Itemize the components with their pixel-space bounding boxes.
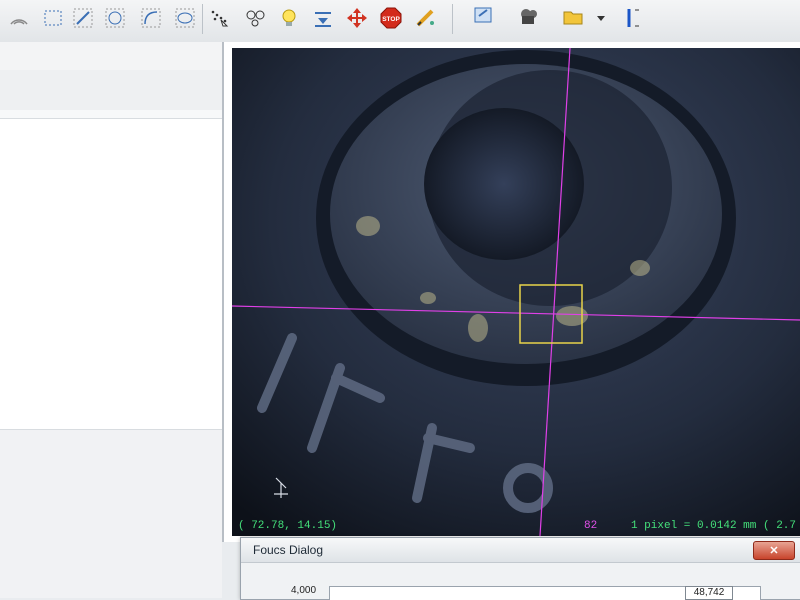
center-dot <box>424 108 584 260</box>
camera-image <box>232 48 800 536</box>
pencil-icon[interactable] <box>412 4 438 32</box>
circles-icon[interactable] <box>242 4 268 32</box>
main-toolbar: STOP <box>0 0 800 43</box>
export-icon[interactable] <box>470 4 496 32</box>
measure-bar-icon[interactable] <box>620 4 646 32</box>
close-button[interactable]: ✕ <box>753 541 795 560</box>
dialog-title: Foucs Dialog <box>253 543 324 557</box>
left-panel <box>0 110 222 598</box>
focus-dialog: Foucs Dialog ✕ 4,000 48,742 <box>240 537 800 600</box>
wifi-icon[interactable] <box>6 4 32 32</box>
lower-panel <box>0 430 222 598</box>
toolbar-divider <box>452 4 453 34</box>
lightbulb-icon[interactable] <box>276 4 302 32</box>
point-select-icon[interactable] <box>206 4 232 32</box>
stop-icon[interactable]: STOP <box>378 4 404 32</box>
folder-icon[interactable] <box>560 4 586 32</box>
properties-header <box>0 42 222 71</box>
properties-toolbar <box>0 70 222 111</box>
film-icon[interactable] <box>516 4 542 32</box>
stop-label: STOP <box>382 16 400 23</box>
dialog-titlebar[interactable]: Foucs Dialog ✕ <box>241 538 800 563</box>
camera-view[interactable]: ( 72.78, 14.15) 82 1 pixel = 0.0142 mm (… <box>232 48 800 536</box>
pixel-scale-readout: 1 pixel = 0.0142 mm ( 2.7 <box>630 520 796 532</box>
toolbar-divider <box>202 4 203 34</box>
align-icon[interactable] <box>310 4 336 32</box>
arc-select-icon[interactable] <box>138 4 164 32</box>
dotted-circle-select-icon[interactable] <box>102 4 128 32</box>
dotted-rect-select-icon[interactable] <box>40 4 66 32</box>
measurement-list[interactable] <box>0 118 222 430</box>
zoom-readout: 82 <box>584 520 598 532</box>
y-axis-label: 4,000 <box>291 585 317 596</box>
ellipse-select-icon[interactable] <box>172 4 198 32</box>
move-cross-icon[interactable] <box>344 4 370 32</box>
cursor-coordinates: ( 72.78, 14.15) <box>238 520 338 532</box>
line-select-icon[interactable] <box>70 4 96 32</box>
chevron-down-icon[interactable] <box>588 4 614 32</box>
